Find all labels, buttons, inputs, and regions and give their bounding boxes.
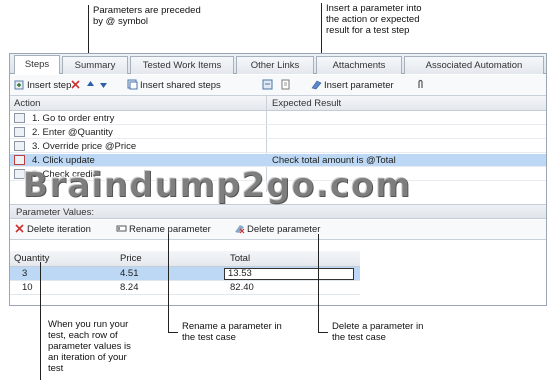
cell-price[interactable]: 8.24: [116, 281, 139, 295]
tab-strip: Steps Summary Tested Work Items Other Li…: [10, 54, 546, 74]
move-up-button[interactable]: [85, 79, 98, 93]
callout-line: the test case: [182, 332, 236, 343]
parameter-table-header: Quantity Price Total: [10, 251, 360, 267]
insert-step-icon: [14, 80, 24, 90]
callout-line: parameter values is: [48, 341, 131, 352]
delete-iteration-label: Delete iteration: [27, 224, 91, 235]
callout-line: the action or expected: [326, 14, 420, 25]
step-icon: [14, 169, 25, 179]
create-shared-steps-button[interactable]: [280, 79, 293, 93]
callout-parameters-prefix: Parameters are preceded by @ symbol: [88, 5, 201, 27]
open-shared-steps-button[interactable]: [262, 79, 275, 93]
parameter-row-selected[interactable]: 3 4.51 13.53: [10, 267, 360, 281]
tab-other-links[interactable]: Other Links: [236, 56, 314, 74]
cell-quantity[interactable]: 10: [18, 281, 33, 295]
callout-line: test: [48, 363, 64, 374]
tab-associated-automation[interactable]: Associated Automation: [404, 56, 544, 74]
parameter-values-label: Parameter Values:: [10, 204, 546, 219]
attachment-button[interactable]: [415, 79, 428, 93]
steps-toolbar: Insert step Insert shared steps Insert p…: [10, 75, 546, 96]
delete-step-button[interactable]: [70, 79, 83, 93]
steps-grid-header: Action Expected Result: [10, 96, 546, 111]
callout-line: Insert a parameter into: [326, 3, 422, 14]
step-action: 5. Check credit: [32, 169, 96, 180]
step-row[interactable]: 2. Enter @Quantity: [10, 126, 546, 139]
tab-steps[interactable]: Steps: [14, 55, 60, 74]
parameter-values-table: Quantity Price Total 3 4.51 13.53 10 8.2…: [10, 251, 360, 295]
step-icon: [14, 127, 25, 137]
paperclip-icon: [418, 79, 423, 88]
leader-delete-h: [318, 332, 328, 333]
step-row[interactable]: 1. Go to order entry: [10, 112, 546, 125]
callout-iteration: When you run your test, each row of para…: [44, 319, 131, 374]
callout-line: Parameters are preceded: [93, 5, 201, 16]
cell-total-editing[interactable]: 13.53: [224, 268, 354, 280]
open-shared-steps-icon: [262, 79, 273, 90]
callout-line: by @ symbol: [93, 16, 149, 27]
rename-parameter-button[interactable]: Rename parameter: [116, 223, 211, 237]
step-action: 1. Go to order entry: [32, 113, 115, 124]
header-price[interactable]: Price: [116, 251, 142, 267]
insert-step-button[interactable]: Insert step: [14, 79, 71, 93]
shared-steps-icon: [127, 79, 138, 90]
insert-step-label: Insert step: [27, 80, 72, 91]
callout-line: result for a test step: [326, 25, 410, 36]
rename-parameter-icon: [116, 225, 127, 232]
arrow-down-icon: [100, 83, 107, 88]
step-icon: [14, 155, 25, 165]
step-expected: Check total amount is @Total: [272, 155, 396, 166]
delete-iteration-button[interactable]: Delete iteration: [14, 223, 91, 237]
parameter-toolbar: Delete iteration Rename parameter Delete…: [10, 220, 546, 240]
leader-rename: [168, 234, 169, 332]
leader-rename-h: [168, 332, 178, 333]
callout-insert-parameter: Insert a parameter into the action or ex…: [321, 3, 422, 37]
move-down-button[interactable]: [98, 79, 111, 93]
callout-line: Rename a parameter in: [182, 321, 282, 332]
delete-parameter-button[interactable]: Delete parameter: [234, 223, 320, 237]
callout-line: test, each row of: [48, 330, 118, 341]
step-action: 2. Enter @Quantity: [32, 127, 113, 138]
callout-rename: Rename a parameter in the test case: [178, 321, 282, 343]
callout-line: the test case: [332, 332, 386, 343]
leader-delete: [318, 234, 319, 332]
column-expected-result[interactable]: Expected Result: [268, 96, 341, 111]
insert-parameter-icon: [311, 80, 322, 90]
insert-parameter-button[interactable]: Insert parameter: [311, 79, 394, 93]
step-icon: [14, 113, 25, 123]
step-row[interactable]: 3. Override price @Price: [10, 140, 546, 153]
delete-parameter-icon: [235, 225, 245, 234]
callout-delete: Delete a parameter in the test case: [328, 321, 423, 343]
tab-attachments[interactable]: Attachments: [316, 56, 402, 74]
insert-shared-steps-button[interactable]: Insert shared steps: [127, 79, 221, 93]
callout-line: When you run your: [48, 319, 129, 330]
step-action: 4. Click update: [32, 155, 95, 166]
header-total[interactable]: Total: [226, 251, 250, 267]
parameter-row[interactable]: 10 8.24 82.40: [10, 281, 360, 295]
arrow-up-icon: [87, 81, 94, 86]
delete-step-icon: [71, 80, 80, 89]
insert-parameter-label: Insert parameter: [324, 80, 394, 91]
callout-line: an iteration of your: [48, 352, 127, 363]
test-case-editor: Steps Summary Tested Work Items Other Li…: [9, 53, 547, 306]
delete-iteration-icon: [15, 224, 24, 233]
tab-tested-work-items[interactable]: Tested Work Items: [130, 56, 234, 74]
insert-shared-steps-label: Insert shared steps: [140, 80, 221, 91]
create-shared-steps-icon: [281, 79, 290, 90]
step-row-selected[interactable]: 4. Click update Check total amount is @T…: [10, 154, 546, 167]
header-quantity[interactable]: Quantity: [10, 251, 49, 267]
step-action: 3. Override price @Price: [32, 141, 137, 152]
cell-total[interactable]: 82.40: [226, 281, 254, 295]
delete-parameter-label: Delete parameter: [247, 224, 321, 235]
cell-price[interactable]: 4.51: [116, 267, 139, 281]
cell-quantity[interactable]: 3: [18, 267, 27, 281]
step-row[interactable]: 5. Check credit: [10, 168, 546, 181]
callout-line: Delete a parameter in: [332, 321, 424, 332]
leader-iteration: [40, 262, 41, 380]
rename-parameter-label: Rename parameter: [129, 224, 211, 235]
tab-summary[interactable]: Summary: [62, 56, 128, 74]
step-icon: [14, 141, 25, 151]
column-action[interactable]: Action: [10, 96, 40, 111]
